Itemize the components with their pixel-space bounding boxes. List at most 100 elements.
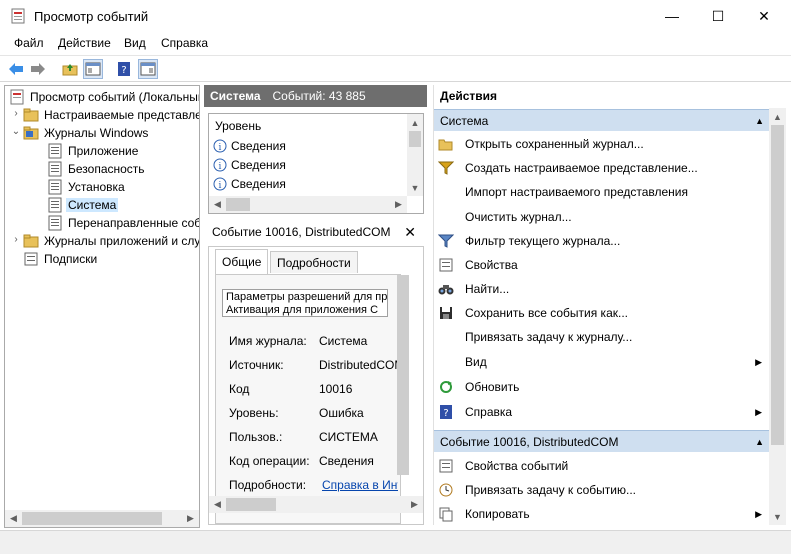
field-value: DistributedCOM [319, 358, 399, 372]
scroll-right-icon[interactable]: ▶ [390, 196, 407, 213]
action-import-custom-view[interactable]: Импорт настраиваемого представления [438, 181, 768, 203]
section-system-header[interactable]: Система ▲ [434, 109, 770, 131]
action-copy-submenu[interactable]: Копировать ▶ [438, 503, 768, 525]
svg-text:i: i [219, 143, 222, 153]
scroll-thumb[interactable] [22, 512, 162, 525]
submenu-arrow-icon: ▶ [755, 508, 762, 519]
action-open-saved-log[interactable]: Открыть сохраненный журнал... [438, 133, 768, 155]
console-tree-icon [85, 62, 101, 76]
scroll-right-icon[interactable]: ▶ [182, 510, 199, 527]
title-bar: Просмотр событий — ☐ ✕ [0, 0, 791, 32]
scroll-thumb[interactable] [226, 498, 276, 511]
menu-view[interactable]: Вид [124, 36, 146, 50]
tree-forwarded[interactable]: Перенаправленные события [47, 214, 199, 232]
scroll-down-icon[interactable]: ▼ [769, 508, 786, 525]
scroll-thumb[interactable] [226, 198, 250, 211]
event-title: Событие 10016, DistributedCOM [212, 225, 391, 239]
field-label: Код операции: [229, 454, 310, 468]
menu-action[interactable]: Действие [58, 36, 111, 50]
scroll-thumb[interactable] [409, 131, 421, 147]
menu-help[interactable]: Справка [161, 36, 208, 50]
tree-horizontal-scrollbar[interactable]: ◀ ▶ [5, 510, 199, 527]
chevron-down-icon[interactable]: ⌄ [11, 126, 21, 137]
info-icon: i [213, 158, 227, 172]
field-label: Код [229, 382, 250, 396]
action-event-properties[interactable]: Свойства событий [438, 455, 768, 477]
properties-icon [438, 257, 454, 273]
close-button[interactable]: ✕ [741, 0, 787, 32]
field-label: Имя журнала: [229, 334, 307, 348]
detail-horizontal-scrollbar[interactable]: ◀ ▶ [209, 496, 423, 513]
event-viewer-icon [10, 89, 24, 105]
log-header: Система Событий: 43 885 [204, 85, 427, 107]
collapse-up-icon[interactable]: ▲ [755, 116, 764, 126]
list-item[interactable]: i Сведения [213, 139, 286, 153]
scroll-up-icon[interactable]: ▲ [769, 108, 786, 125]
log-icon [48, 179, 62, 195]
forward-arrow-icon [31, 63, 45, 75]
tree-application[interactable]: Приложение [47, 142, 140, 160]
show-hide-tree-button[interactable] [83, 59, 103, 79]
binoculars-icon [438, 281, 454, 297]
list-item[interactable]: i Сведения [213, 177, 286, 191]
action-refresh[interactable]: Обновить [438, 376, 768, 398]
scroll-thumb[interactable] [771, 125, 784, 445]
forward-button[interactable] [28, 59, 48, 79]
info-icon: i [213, 177, 227, 191]
tree-custom-views[interactable]: Настраиваемые представления [23, 106, 199, 124]
log-icon [48, 197, 62, 213]
tree-system[interactable]: Система [47, 196, 119, 214]
list-vertical-scrollbar[interactable]: ▲ ▼ [407, 114, 423, 196]
action-attach-task-to-event[interactable]: Привязать задачу к событию... [438, 479, 768, 501]
filter-icon [438, 233, 454, 249]
up-folder-button[interactable] [60, 59, 80, 79]
action-save-all-events[interactable]: Сохранить все события как... [438, 302, 768, 324]
minimize-button[interactable]: — [649, 0, 695, 32]
tab-details[interactable]: Подробности [270, 251, 358, 273]
tree-subscriptions[interactable]: Подписки [23, 250, 99, 268]
scroll-down-icon[interactable]: ▼ [407, 179, 423, 196]
menu-file[interactable]: Файл [14, 36, 44, 50]
log-icon [48, 161, 62, 177]
close-icon[interactable]: ✕ [404, 224, 416, 241]
save-disk-icon [438, 305, 454, 321]
action-help-submenu[interactable]: ? Справка ▶ [438, 401, 768, 423]
tree-app-logs[interactable]: Журналы приложений и служб [23, 232, 199, 250]
field-value: 10016 [319, 382, 353, 396]
online-help-link[interactable]: Справка в Интернете [322, 478, 398, 492]
detail-scroll-thumb[interactable] [397, 275, 409, 475]
action-view-submenu[interactable]: Вид ▶ [438, 351, 768, 373]
action-attach-task-to-log[interactable]: Привязать задачу к журналу... [438, 326, 768, 348]
action-clear-log[interactable]: Очистить журнал... [438, 206, 768, 228]
tree-setup[interactable]: Установка [47, 178, 127, 196]
column-header-level[interactable]: Уровень [215, 119, 261, 133]
action-find[interactable]: Найти... [438, 278, 768, 300]
tree-root[interactable]: Просмотр событий (Локальный) [9, 88, 199, 106]
tree-security[interactable]: Безопасность [47, 160, 147, 178]
back-button[interactable] [6, 59, 26, 79]
tree-windows-logs[interactable]: Журналы Windows [23, 124, 150, 142]
menu-bar: Файл Действие Вид Справка [0, 32, 791, 54]
action-filter-current-log[interactable]: Фильтр текущего журнала... [438, 230, 768, 252]
show-hide-action-pane-button[interactable] [138, 59, 158, 79]
actions-vertical-scrollbar[interactable]: ▲ ▼ [769, 108, 786, 525]
field-label: Источник: [229, 358, 284, 372]
help-button[interactable]: ? [114, 59, 134, 79]
scroll-left-icon[interactable]: ◀ [209, 196, 226, 213]
folder-icon [23, 108, 39, 122]
list-item[interactable]: i Сведения [213, 158, 286, 172]
chevron-right-icon[interactable]: › [11, 108, 21, 119]
scroll-up-icon[interactable]: ▲ [407, 114, 423, 131]
tab-general[interactable]: Общие [215, 249, 269, 274]
chevron-right-icon[interactable]: › [11, 234, 21, 245]
maximize-button[interactable]: ☐ [695, 0, 741, 32]
scroll-left-icon[interactable]: ◀ [5, 510, 22, 527]
description-box[interactable]: Параметры разрешений для приложения Акти… [222, 289, 388, 317]
action-create-custom-view[interactable]: Создать настраиваемое представление... [438, 157, 768, 179]
collapse-up-icon[interactable]: ▲ [755, 437, 764, 447]
scroll-right-icon[interactable]: ▶ [406, 496, 423, 513]
list-horizontal-scrollbar[interactable]: ◀ ▶ [209, 196, 407, 213]
action-properties[interactable]: Свойства [438, 254, 768, 276]
section-event-header[interactable]: Событие 10016, DistributedCOM ▲ [434, 430, 770, 452]
scroll-left-icon[interactable]: ◀ [209, 496, 226, 513]
